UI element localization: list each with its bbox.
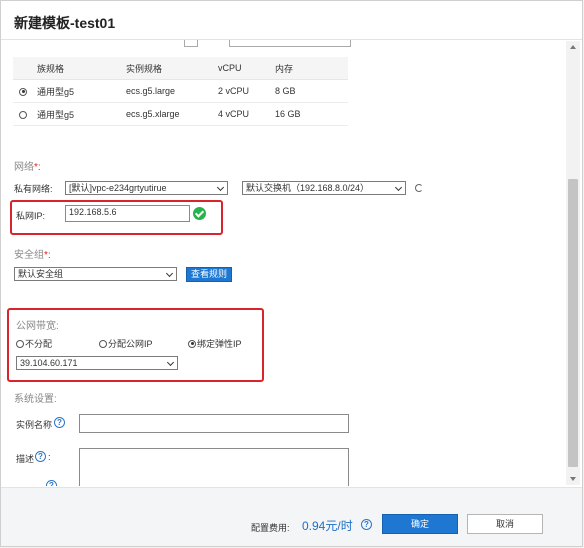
network-section-label: 网络*: xyxy=(14,162,41,173)
security-group-select-value: 默认安全组 xyxy=(18,269,64,279)
description-textarea[interactable] xyxy=(79,448,349,486)
chevron-down-icon xyxy=(216,183,225,192)
bandwidth-option-label: 分配公网IP xyxy=(108,339,153,349)
bandwidth-option-assign-public-ip[interactable]: 分配公网IP xyxy=(99,337,153,350)
vpc-select-value: [默认]vpc-e234grtyutirue xyxy=(69,183,167,193)
spec-radio[interactable] xyxy=(19,110,27,119)
bandwidth-section-label: 公网带宽: xyxy=(16,321,59,332)
table-row[interactable]: 通用型g5 ecs.g5.xlarge 4 vCPU 16 GB xyxy=(13,102,348,126)
system-settings-section-label: 系统设置: xyxy=(14,394,57,405)
scroll-down-arrow-icon[interactable] xyxy=(570,477,576,481)
help-icon[interactable]: ? xyxy=(35,451,46,462)
bandwidth-option-none[interactable]: 不分配 xyxy=(16,337,52,350)
confirm-button[interactable]: 确定 xyxy=(382,514,458,534)
chevron-down-icon xyxy=(394,183,403,192)
fee-value: 0.94元/时 xyxy=(302,519,353,533)
security-group-section-label: 安全组*: xyxy=(14,250,51,261)
private-ip-highlight xyxy=(10,200,223,235)
security-group-select[interactable]: 默认安全组 xyxy=(14,267,177,281)
dialog-title: 新建模板-test01 xyxy=(14,15,116,31)
table-header-family: 族规格 xyxy=(37,57,126,80)
bandwidth-radio[interactable] xyxy=(99,339,107,348)
description-label: 描述 xyxy=(16,454,35,464)
refresh-icon[interactable] xyxy=(415,184,423,192)
fee-label: 配置费用: xyxy=(251,523,290,533)
row-family: 通用型g5 xyxy=(37,102,126,126)
vswitch-select[interactable]: 默认交换机（192.168.8.0/24） xyxy=(242,181,406,195)
row-vcpu: 2 vCPU xyxy=(218,79,275,103)
eip-select[interactable]: 39.104.60.171 xyxy=(16,356,178,370)
instance-name-label: 实例名称 xyxy=(16,420,53,430)
vswitch-select-value: 默认交换机（192.168.8.0/24） xyxy=(246,183,370,193)
view-rules-button[interactable]: 查看规则 xyxy=(186,267,232,282)
bandwidth-radio-selected[interactable] xyxy=(188,339,196,348)
table-row[interactable]: 通用型g5 ecs.g5.large 2 vCPU 8 GB xyxy=(13,79,348,103)
table-header-memory: 内存 xyxy=(275,57,348,80)
eip-select-value: 39.104.60.171 xyxy=(20,358,78,368)
row-vcpu: 4 vCPU xyxy=(218,102,275,126)
help-icon[interactable]: ? xyxy=(54,417,65,428)
dialog-content: 族规格 实例规格 vCPU 内存 通用型g5 ecs.g5.large 2 vC… xyxy=(1,40,571,486)
row-memory: 8 GB xyxy=(275,79,348,103)
scrollbar-thumb[interactable] xyxy=(568,179,578,467)
bandwidth-option-label: 不分配 xyxy=(25,339,53,349)
table-header-select xyxy=(13,57,37,80)
bandwidth-option-bind-eip[interactable]: 绑定弹性IP xyxy=(188,337,242,350)
chevron-down-icon xyxy=(166,358,175,367)
description-colon: : xyxy=(48,452,51,462)
table-header-vcpu: vCPU xyxy=(218,57,275,80)
required-mark: *: xyxy=(34,162,41,173)
vertical-scrollbar[interactable] xyxy=(566,41,580,485)
chevron-down-icon xyxy=(165,269,174,278)
bandwidth-option-label: 绑定弹性IP xyxy=(197,339,242,349)
dialog-footer: 配置费用: 0.94元/时 ? 确定 取消 xyxy=(1,488,582,546)
vpc-select[interactable]: [默认]vpc-e234grtyutirue xyxy=(65,181,228,195)
new-template-dialog: 新建模板-test01 族规格 实例规格 vCPU 内存 通用型g5 ecs.g… xyxy=(0,0,583,547)
cut-off-field-right xyxy=(229,40,351,47)
row-family: 通用型g5 xyxy=(37,79,126,103)
table-header-row: 族规格 实例规格 vCPU 内存 xyxy=(13,57,348,80)
row-memory: 16 GB xyxy=(275,102,348,126)
vpc-label: 私有网络: xyxy=(14,184,53,194)
bandwidth-radio[interactable] xyxy=(16,339,24,348)
spec-radio-selected[interactable] xyxy=(19,87,27,96)
row-type: ecs.g5.xlarge xyxy=(126,102,218,126)
instance-spec-table: 族规格 实例规格 vCPU 内存 通用型g5 ecs.g5.large 2 vC… xyxy=(13,57,348,126)
scroll-up-arrow-icon[interactable] xyxy=(570,45,576,49)
row-type: ecs.g5.large xyxy=(126,79,218,103)
help-icon[interactable]: ? xyxy=(361,519,372,530)
table-header-type: 实例规格 xyxy=(126,57,218,80)
instance-name-input[interactable] xyxy=(79,414,349,433)
required-mark: *: xyxy=(44,250,51,261)
cut-off-field-left xyxy=(184,40,198,47)
help-icon[interactable]: ? xyxy=(46,480,57,486)
cancel-button[interactable]: 取消 xyxy=(467,514,543,534)
